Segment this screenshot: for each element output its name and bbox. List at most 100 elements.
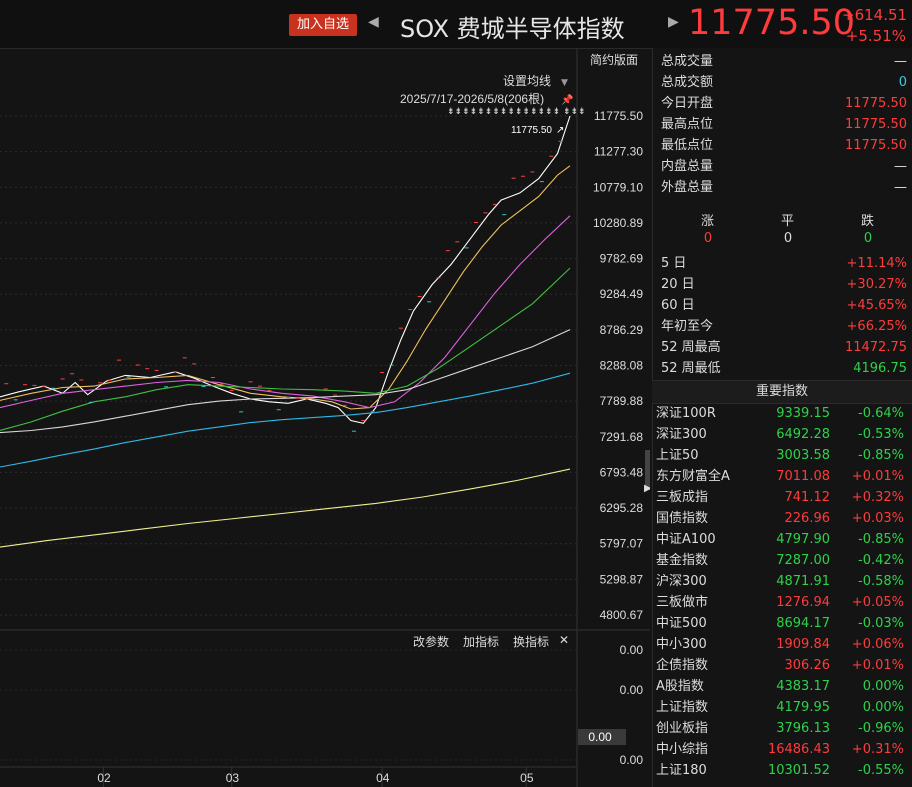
index-name: 中证500 [656,616,707,631]
index-value: 16486.43 [767,742,830,757]
switch-indicator-button[interactable]: 换指标 [513,633,549,650]
y-axis-labels: 11775.50 11277.30 10779.10 10280.89 9782.69 9… [593,109,643,622]
index-percent: 0.00% [862,679,904,694]
index-percent: +0.03% [851,511,904,526]
updown-label: 跌 [861,214,875,229]
collapse-arrow-icon[interactable]: ▶ [644,483,650,494]
index-value: 3003.58 [776,448,830,463]
index-value: 1909.84 [776,637,830,652]
index-name: 上证180 [656,763,707,778]
index-row[interactable]: 创业板指 3796.13 -0.96% [656,718,910,739]
stat-label: 总成交量 [661,54,714,69]
sub-y-tick-label: 0.00 [620,683,644,697]
close-indicator-icon[interactable]: ✕ [559,633,569,647]
index-value: 8694.17 [776,616,830,631]
stat-label: 总成交额 [661,75,714,90]
pin-icon[interactable]: 📌 [561,93,574,106]
stat-value: 11775.50 [844,138,907,153]
index-row[interactable]: 上证50 3003.58 -0.85% [656,445,910,466]
perf-row: 60 日 +45.65% [661,295,911,316]
stat-label: 最低点位 [661,138,714,153]
index-row[interactable]: 三板做市 1276.94 +0.05% [656,592,910,613]
index-row[interactable]: 上证指数 4179.95 0.00% [656,697,910,718]
y-tick-label: 9284.49 [600,287,644,301]
ma-settings-button[interactable]: 设置均线 [503,74,551,88]
index-name: 深证300 [656,427,707,442]
perf-row: 年初至今 +66.25% [661,316,911,337]
index-percent: -0.53% [858,427,904,442]
index-name: 三板做市 [656,595,709,610]
index-row[interactable]: 上证180 10301.52 -0.55% [656,760,910,781]
prev-arrow-icon[interactable]: ◀ [368,14,379,30]
index-row[interactable]: 中小300 1909.84 +0.06% [656,634,910,655]
main-chart[interactable]: 11775.50 11277.30 10779.10 10280.89 9782.69 9… [0,48,650,787]
stat-row: 总成交量 — [661,51,911,72]
index-percent: -0.55% [858,763,904,778]
index-row[interactable]: 深证300 6492.28 -0.53% [656,424,910,445]
index-row[interactable]: 中证500 8694.17 -0.03% [656,613,910,634]
y-tick-label: 4800.67 [600,608,644,622]
index-name: 上证指数 [656,700,709,715]
index-row[interactable]: 三板成指 741.12 +0.32% [656,487,910,508]
index-value: 4383.17 [776,679,830,694]
index-value: 226.96 [784,511,831,526]
index-row[interactable]: 沪深300 4871.91 -0.58% [656,571,910,592]
add-to-watchlist-button[interactable]: 加入自选 [289,14,357,36]
index-row[interactable]: 深证100R 9339.15 -0.64% [656,403,910,424]
ma-settings-dropdown-icon[interactable]: ▼ [561,78,568,88]
index-row[interactable]: A股指数 4383.17 0.00% [656,676,910,697]
stat-row: 今日开盘 11775.50 [661,93,911,114]
stat-label: 今日开盘 [661,96,714,111]
index-row[interactable]: 国债指数 226.96 +0.03% [656,508,910,529]
index-row[interactable]: 中证A100 4797.90 -0.85% [656,529,910,550]
index-row[interactable]: 基金指数 7287.00 -0.42% [656,550,910,571]
stat-label: 外盘总量 [661,180,714,195]
add-indicator-button[interactable]: 加指标 [463,633,499,650]
x-tick-label: 03 [226,771,240,785]
stat-value: — [894,159,907,174]
index-row[interactable]: 东方财富全A 7011.08 +0.01% [656,466,910,487]
ma-lines [0,115,571,548]
index-value: 741.12 [784,490,831,505]
simple-layout-button[interactable]: 简约版面 [590,52,638,67]
change-params-button[interactable]: 改参数 [413,633,449,650]
index-value: 9339.15 [776,406,830,421]
sub-y-tick-label: 0.00 [620,753,644,767]
stat-label: 内盘总量 [661,159,714,174]
perf-label: 年初至今 [661,319,714,334]
updown-label: 涨 [701,214,715,229]
sub-chart-axis-labels: 0.00 0.00 0.00 [0,643,643,767]
index-name: 中小综指 [656,742,709,757]
index-percent: 0.00% [862,700,904,715]
ma-line-2 [0,165,571,410]
y-tick-label: 5298.87 [600,572,644,586]
index-value: 4179.95 [776,700,830,715]
perf-label: 5 日 [661,256,687,271]
perf-value: +30.27% [846,277,907,292]
index-value: 6492.28 [776,427,830,442]
next-arrow-icon[interactable]: ▶ [668,14,679,30]
y-tick-label: 10280.89 [593,216,643,230]
y-tick-label: 5797.07 [600,537,644,551]
index-value: 4871.91 [776,574,830,589]
index-name: 三板成指 [656,490,709,505]
index-value: 7287.00 [776,553,830,568]
change-percent: +5.51% [845,27,906,45]
change-value: +614.51 [842,6,908,24]
perf-value: 4196.75 [853,361,907,376]
y-tick-label: 11277.30 [594,145,643,159]
perf-value: +66.25% [846,319,907,334]
index-value: 4797.90 [776,532,830,547]
stat-row: 总成交额 0 [661,72,911,93]
index-value: 306.26 [784,658,831,673]
index-row[interactable]: 企债指数 306.26 +0.01% [656,655,910,676]
index-name: 中小300 [656,637,707,652]
stat-row: 内盘总量 — [661,156,911,177]
y-tick-label: 10779.10 [593,180,643,194]
index-row[interactable]: 中小综指 16486.43 +0.31% [656,739,910,760]
y-tick-label: 11775.50 [594,109,643,123]
stat-value: — [894,54,907,69]
updown-value: 0 [703,231,713,246]
x-axis-labels: 02 03 04 05 [97,767,534,787]
y-tick-label: 8288.08 [600,359,644,373]
